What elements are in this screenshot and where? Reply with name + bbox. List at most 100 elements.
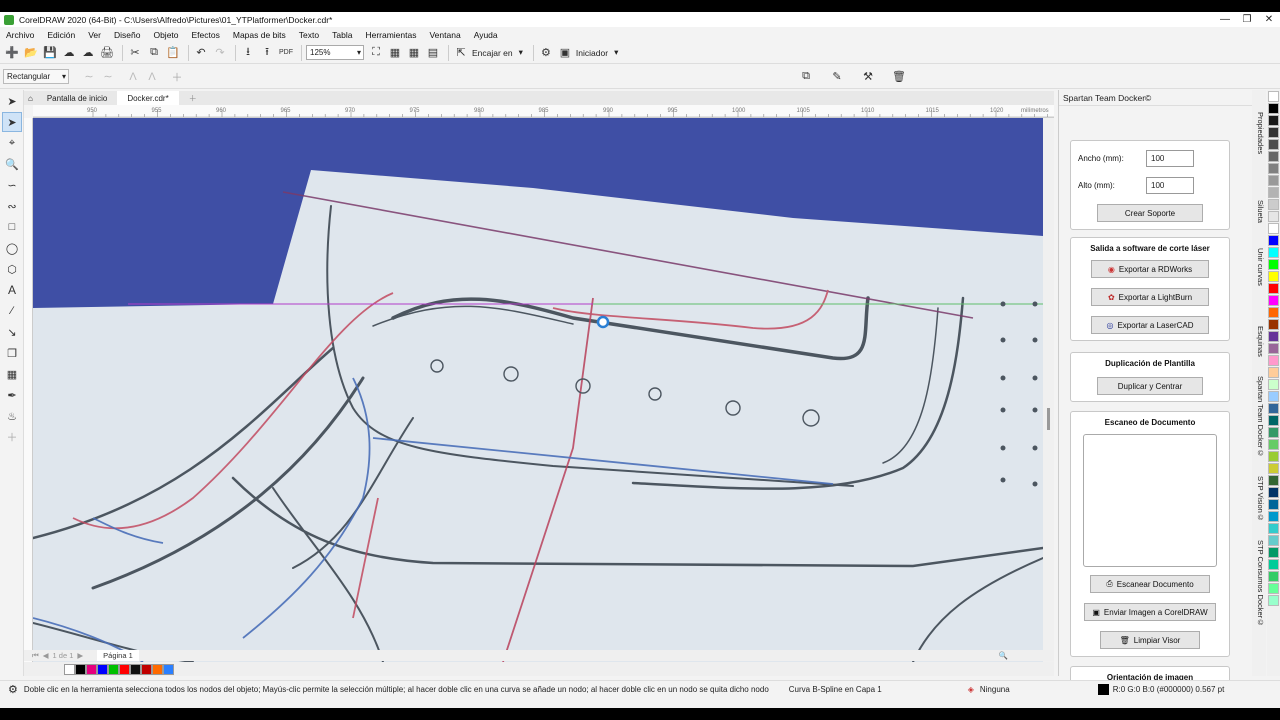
side-tab-unir-curvas[interactable]: Unir curvas (1253, 248, 1265, 286)
palette-swatch[interactable] (86, 663, 97, 675)
freehand-tool-icon[interactable]: ∽ (2, 175, 22, 195)
color-swatch[interactable] (1268, 175, 1279, 186)
home-icon[interactable]: ⌂ (24, 91, 37, 105)
full-screen-icon[interactable]: ⛶ (368, 45, 384, 61)
side-tab-propiedades[interactable]: Propiedades (1253, 112, 1265, 154)
zoom-level-select[interactable]: 125% (306, 45, 364, 60)
pen-edit-icon[interactable]: ✎ (829, 69, 845, 85)
color-swatch[interactable] (1268, 307, 1279, 318)
import-icon[interactable]: ⭳ (240, 45, 256, 61)
close-icon[interactable]: ✕ (1258, 12, 1280, 27)
menu-diseno[interactable]: Diseño (114, 30, 140, 40)
horizontal-ruler[interactable]: 950 955 960 965 970 975 980 985 990 995 1000 1005 10… (33, 105, 1054, 118)
color-swatch[interactable] (1268, 451, 1279, 462)
color-swatch[interactable] (1268, 199, 1279, 210)
artistic-media-icon[interactable]: ∾ (2, 196, 22, 216)
launcher-dropdown[interactable]: Iniciador (576, 48, 608, 58)
color-swatch[interactable] (1268, 247, 1279, 258)
fill-none-icon[interactable]: ◈ (968, 685, 974, 694)
transparency-icon[interactable]: ▦ (2, 364, 22, 384)
color-swatch[interactable] (1268, 115, 1279, 126)
menu-edicion[interactable]: Edición (47, 30, 75, 40)
color-swatch[interactable] (1268, 439, 1279, 450)
canvas-vertical-scrollbar[interactable] (1043, 118, 1054, 662)
color-swatch[interactable] (1268, 283, 1279, 294)
create-support-button[interactable]: Crear Soporte (1097, 204, 1203, 222)
drop-shadow-icon[interactable]: ❐ (2, 343, 22, 363)
copy-icon[interactable]: ⧉ (146, 45, 162, 61)
node-align-icon[interactable]: ∼ (81, 69, 97, 85)
pick-tool-icon[interactable]: ➤ (2, 91, 22, 111)
vertical-ruler[interactable] (24, 118, 33, 662)
color-swatch[interactable] (1268, 571, 1279, 582)
trash-icon[interactable]: 🗑 (891, 69, 907, 85)
palette-swatch[interactable] (141, 663, 152, 675)
add-tool-icon[interactable]: ＋ (2, 427, 22, 447)
cloud-download-icon[interactable]: ☁ (80, 45, 96, 61)
menu-ventana[interactable]: Ventana (429, 30, 460, 40)
export-lasercad-button[interactable]: ◎ Exportar a LaserCAD (1091, 316, 1209, 334)
color-swatch[interactable] (1268, 403, 1279, 414)
color-swatch[interactable] (1268, 391, 1279, 402)
palette-swatch[interactable] (163, 663, 174, 675)
save-icon[interactable]: 💾 (42, 45, 58, 61)
parallel-dimension-icon[interactable]: ∕ (2, 301, 22, 321)
color-swatch[interactable] (1268, 535, 1279, 546)
color-swatch[interactable] (1268, 223, 1279, 234)
prev-page-icon[interactable]: ◀ (43, 651, 49, 660)
export-icon[interactable]: ⭱ (259, 45, 275, 61)
export-lightburn-button[interactable]: ✿ Exportar a LightBurn (1091, 288, 1209, 306)
launcher-icon[interactable]: ▣ (557, 45, 573, 61)
color-swatch[interactable] (1268, 583, 1279, 594)
color-swatch[interactable] (1268, 427, 1279, 438)
export-rdworks-button[interactable]: ◉ Exportar a RDWorks (1091, 260, 1209, 278)
node-cusp-icon[interactable]: Λ (125, 69, 141, 85)
tab-pantalla-de-inicio[interactable]: Pantalla de inicio (37, 91, 117, 105)
color-swatch[interactable] (1268, 103, 1279, 114)
color-swatch[interactable] (1268, 559, 1279, 570)
palette-swatch[interactable] (130, 663, 141, 675)
snap-to-dropdown[interactable]: Encajar en (472, 48, 513, 58)
minimize-icon[interactable]: — (1214, 12, 1236, 27)
height-input[interactable]: 100 (1146, 177, 1194, 194)
color-swatch[interactable] (1268, 547, 1279, 558)
color-swatch[interactable] (1268, 511, 1279, 522)
side-tab-silueta[interactable]: Silueta (1253, 200, 1265, 223)
node-smooth-icon[interactable]: Λ (144, 69, 160, 85)
text-tool-icon[interactable]: A (2, 280, 22, 300)
clear-viewer-button[interactable]: 🗑 Limpiar Visor (1100, 631, 1200, 649)
drawing-canvas[interactable] (33, 118, 1043, 662)
snap-to-chevron-icon[interactable]: ▾ (519, 47, 523, 58)
eyedropper-icon[interactable]: ✒ (2, 385, 22, 405)
add-node-icon[interactable]: ＋ (169, 69, 185, 85)
color-swatch[interactable] (1268, 127, 1279, 138)
width-input[interactable]: 100 (1146, 150, 1194, 167)
color-swatch[interactable] (1268, 151, 1279, 162)
selected-node-handle[interactable] (596, 315, 610, 329)
zoom-tool-icon[interactable]: 🔍 (2, 154, 22, 174)
first-page-icon[interactable]: ⏮ (32, 651, 39, 661)
scan-document-button[interactable]: ⎙ Escanear Documento (1090, 575, 1210, 593)
crop-tool-icon[interactable]: ⌖ (2, 133, 22, 153)
cut-icon[interactable]: ✂ (127, 45, 143, 61)
palette-swatch[interactable] (119, 663, 130, 675)
send-image-button[interactable]: ▣ Enviar Imagen a CorelDRAW (1084, 603, 1216, 621)
color-swatch[interactable] (1268, 355, 1279, 366)
page-1-tab[interactable]: Página 1 (97, 650, 139, 661)
snap-icon[interactable]: ⇱ (453, 45, 469, 61)
menu-objeto[interactable]: Objeto (153, 30, 178, 40)
duplicate-center-button[interactable]: Duplicar y Centrar (1097, 377, 1203, 395)
color-swatch[interactable] (1268, 259, 1279, 270)
palette-swatch[interactable] (75, 663, 86, 675)
color-swatch[interactable] (1268, 499, 1279, 510)
print-icon[interactable]: 🖨 (99, 45, 115, 61)
color-swatch[interactable] (1268, 91, 1279, 102)
menu-texto[interactable]: Texto (299, 30, 319, 40)
new-document-icon[interactable]: ➕ (4, 45, 20, 61)
color-swatch[interactable] (1268, 331, 1279, 342)
side-tab-stp-consumos[interactable]: STP Consumos Docker© (1253, 540, 1265, 627)
pdf-icon[interactable]: PDF (278, 45, 294, 61)
polygon-tool-icon[interactable]: ⬡ (2, 259, 22, 279)
rulers-icon[interactable]: ▦ (387, 45, 403, 61)
color-swatch[interactable] (1268, 475, 1279, 486)
